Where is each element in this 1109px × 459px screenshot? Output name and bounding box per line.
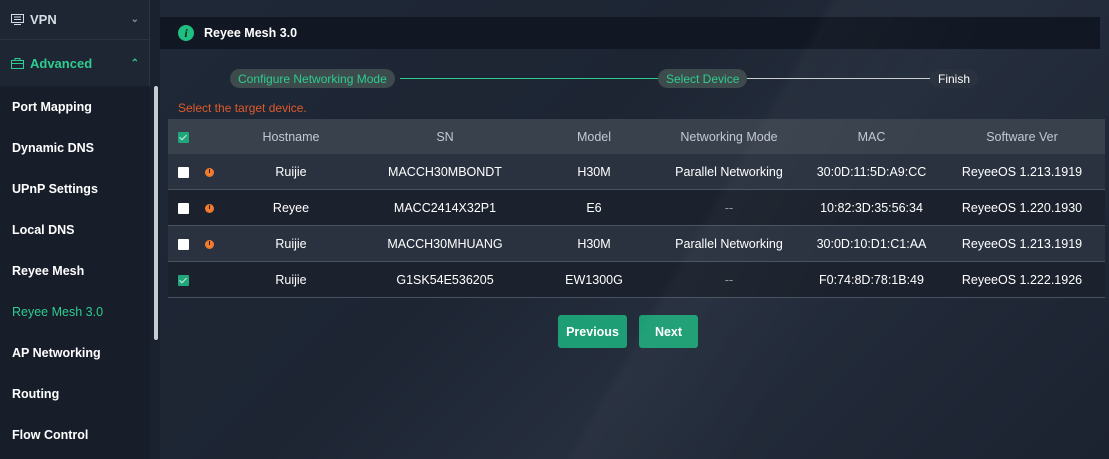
column-header-networking-mode: Networking Mode	[680, 129, 778, 144]
cell-model: EW1300G	[565, 272, 623, 287]
column-header-model: Model	[576, 129, 612, 144]
chevron-down-icon: ⌄	[130, 14, 139, 25]
page-title: Reyee Mesh 3.0	[204, 26, 298, 40]
main-content: i Reyee Mesh 3.0 Configure Networking Mo…	[160, 0, 1109, 459]
step-connector-2	[738, 78, 938, 79]
sidebar-item-ap-networking[interactable]: AP Networking	[0, 332, 150, 373]
cell-model: E6	[586, 200, 602, 215]
step-connector-1	[400, 78, 658, 79]
step-finish: Finish	[930, 69, 979, 88]
cell-sn: G1SK54E536205	[396, 272, 494, 287]
cell-software-ver: ReyeeOS 1.213.1919	[961, 164, 1083, 179]
sidebar-item-routing[interactable]: Routing	[0, 373, 150, 414]
cell-sn: MACCH30MBONDT	[388, 164, 502, 179]
sidebar-item-flow-control[interactable]: Flow Control	[0, 414, 150, 455]
sidebar-item-upnp-settings[interactable]: UPnP Settings	[0, 168, 150, 209]
row-checkbox[interactable]	[178, 166, 189, 178]
table-row[interactable]: Ruijie G1SK54E536205 EW1300G -- F0:74:8D…	[168, 262, 1105, 298]
sidebar-item-vpn[interactable]: VPN ⌄	[0, 0, 149, 40]
step-select-device: Select Device	[658, 69, 748, 88]
cell-mac: 30:0D:11:5D:A9:CC	[816, 164, 927, 179]
sidebar-item-dynamic-dns[interactable]: Dynamic DNS	[0, 127, 150, 168]
row-checkbox[interactable]	[178, 202, 189, 214]
sidebar-item-vpn-label: VPN	[30, 12, 57, 27]
table-row[interactable]: Reyee MACC2414X32P1 E6 -- 10:82:3D:35:56…	[168, 190, 1105, 226]
cell-hostname: Reyee	[272, 200, 310, 215]
sidebar-item-advanced-label: Advanced	[30, 55, 93, 71]
chevron-up-icon: ⌃	[130, 57, 139, 69]
sidebar: VPN ⌄ Advanced ⌃ Port Mapping Dynamic DN…	[0, 0, 150, 459]
sidebar-scrollbar[interactable]	[154, 86, 158, 340]
cell-networking-mode: Parallel Networking	[675, 236, 783, 251]
progress-steps: Configure Networking Mode Select Device …	[230, 66, 979, 90]
advanced-submenu: Port Mapping Dynamic DNS UPnP Settings L…	[0, 86, 150, 459]
cell-software-ver: ReyeeOS 1.222.1926	[961, 272, 1083, 287]
sidebar-item-local-dns[interactable]: Local DNS	[0, 209, 150, 250]
cell-model: H30M	[577, 164, 611, 179]
table-header: Hostname SN Model Networking Mode MAC So…	[168, 119, 1105, 154]
sidebar-item-reyee-mesh-3[interactable]: Reyee Mesh 3.0	[0, 291, 150, 332]
briefcase-icon	[10, 57, 24, 69]
cell-sn: MACCH30MHUANG	[387, 236, 503, 251]
cell-mac: 30:0D:10:D1:C1:AA	[816, 236, 927, 251]
cell-sn: MACC2414X32P1	[393, 200, 497, 215]
select-all-checkbox[interactable]	[178, 131, 189, 143]
sidebar-item-reyee-mesh[interactable]: Reyee Mesh	[0, 250, 150, 291]
info-icon: i	[178, 25, 194, 41]
cell-software-ver: ReyeeOS 1.220.1930	[961, 200, 1083, 215]
cell-mac: F0:74:8D:78:1B:49	[819, 272, 924, 287]
column-header-software-ver: Software Ver	[986, 129, 1058, 144]
column-header-sn: SN	[436, 129, 454, 144]
cell-model: H30M	[577, 236, 611, 251]
step-configure-networking-mode: Configure Networking Mode	[230, 69, 395, 88]
page-header: i Reyee Mesh 3.0	[160, 17, 1100, 49]
table-row[interactable]: Ruijie MACCH30MBONDT H30M Parallel Netwo…	[168, 154, 1105, 190]
cell-networking-mode: --	[724, 272, 734, 287]
warning-icon[interactable]	[204, 239, 214, 249]
sidebar-item-advanced[interactable]: Advanced ⌃	[0, 40, 149, 86]
warning-icon[interactable]	[204, 203, 214, 213]
cell-software-ver: ReyeeOS 1.213.1919	[961, 236, 1083, 251]
select-device-hint: Select the target device.	[178, 101, 307, 115]
column-header-mac: MAC	[857, 129, 886, 144]
select-all-cell	[168, 130, 192, 144]
cell-hostname: Ruijie	[275, 236, 307, 251]
cell-hostname: Ruijie	[275, 164, 307, 179]
table-row[interactable]: Ruijie MACCH30MHUANG H30M Parallel Netwo…	[168, 226, 1105, 262]
cell-hostname: Ruijie	[275, 272, 307, 287]
warning-icon[interactable]	[204, 167, 214, 177]
cell-networking-mode: --	[724, 200, 734, 215]
next-button[interactable]: Next	[639, 315, 698, 348]
sidebar-item-port-mapping[interactable]: Port Mapping	[0, 86, 150, 127]
vpn-icon	[10, 14, 24, 26]
cell-networking-mode: Parallel Networking	[675, 164, 783, 179]
row-checkbox[interactable]	[178, 238, 189, 250]
previous-button[interactable]: Previous	[558, 315, 627, 348]
device-table: Hostname SN Model Networking Mode MAC So…	[168, 119, 1105, 298]
cell-mac: 10:82:3D:35:56:34	[820, 200, 923, 215]
column-header-hostname: Hostname	[262, 129, 320, 144]
row-checkbox[interactable]	[178, 274, 189, 286]
